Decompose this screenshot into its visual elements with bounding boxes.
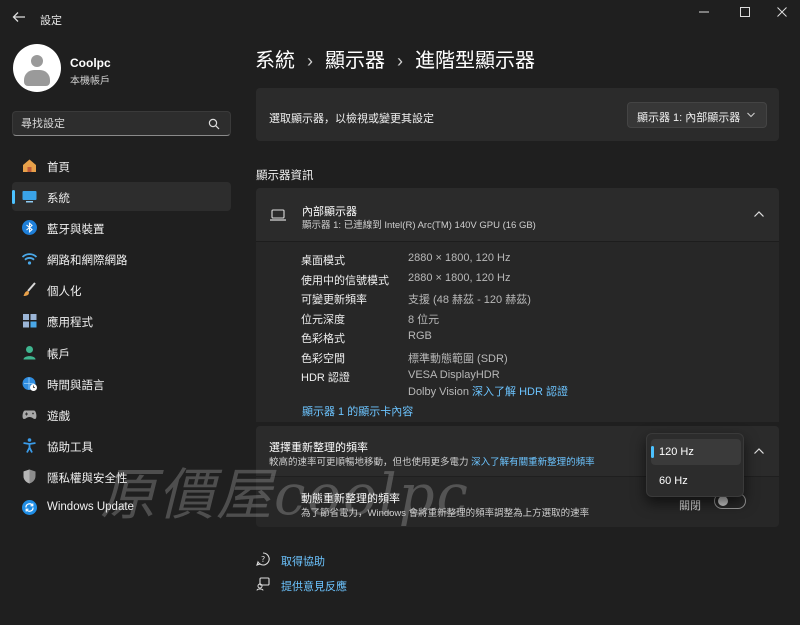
home-icon: [23, 159, 36, 172]
breadcrumb-chevron-icon: ›: [307, 51, 313, 71]
breadcrumb-chevron-icon: ›: [397, 51, 403, 71]
display-connection: 顯示器 1: 已連線到 Intel(R) Arc(TM) 140V GPU (1…: [302, 220, 536, 231]
sidebar-item-label: 網路和網際網路: [47, 255, 128, 268]
window-title: 設定: [40, 15, 62, 27]
laptop-icon: [270, 209, 286, 221]
sidebar-item-label: 應用程式: [47, 317, 93, 330]
sidebar-item-bluetooth[interactable]: 藍牙與裝置: [12, 213, 231, 242]
person-icon: [23, 345, 36, 360]
sidebar-item-time-language[interactable]: 時間與語言: [12, 369, 231, 398]
refresh-option-60[interactable]: 60 Hz: [651, 468, 741, 494]
toggle-state-label: 關閉: [679, 500, 701, 512]
sidebar-item-network[interactable]: 網路和網際網路: [12, 244, 231, 273]
search-input[interactable]: [21, 116, 201, 132]
adapter-properties-link[interactable]: 顯示器 1 的顯示卡內容: [302, 403, 413, 419]
sidebar-item-home[interactable]: 首頁: [12, 151, 231, 180]
svg-text:?: ?: [261, 555, 265, 564]
refresh-rate-dropdown-menu: 120 Hz 60 Hz: [646, 433, 744, 497]
display-info-header[interactable]: 內部顯示器 顯示器 1: 已連線到 Intel(R) Arc(TM) 140V …: [256, 188, 779, 241]
sidebar-item-gaming[interactable]: 遊戲: [12, 400, 231, 429]
refresh-rate-description: 較高的速率可更順暢地移動，但也使用更多電力 深入了解有關重新整理的頻率: [269, 457, 595, 468]
page-title: 進階型顯示器: [415, 50, 535, 72]
breadcrumb: 系統 › 顯示器 › 進階型顯示器: [255, 44, 535, 73]
globe-clock-icon: [22, 376, 37, 391]
sidebar-item-label: 個人化: [47, 286, 82, 299]
avatar[interactable]: [13, 44, 61, 92]
sidebar-item-label: 帳戶: [47, 348, 70, 361]
dolby-vision-text: Dolby Vision: [408, 386, 469, 398]
sidebar-item-accessibility[interactable]: 協助工具: [12, 431, 231, 460]
feedback-icon: [256, 577, 270, 591]
profile-account-type: 本機帳戶: [70, 76, 110, 87]
sidebar-item-system[interactable]: 系統: [12, 182, 231, 212]
sidebar-nav: 首頁 系統 藍牙與裝置 網路和網際網路 個人化 應用程式 帳戶 時間與語言 遊戲…: [12, 151, 231, 524]
search-icon[interactable]: [208, 118, 220, 130]
section-title: 顯示器資訊: [256, 170, 314, 182]
windows-update-icon: [22, 500, 37, 516]
hdr-learn-more-link[interactable]: 深入了解 HDR 認證: [472, 386, 568, 398]
sidebar-item-label: 遊戲: [47, 410, 70, 423]
display-info-details: 桌面模式 2880 × 1800, 120 Hz 使用中的信號模式 2880 × 1…: [256, 241, 779, 422]
wifi-icon: [21, 253, 38, 265]
apps-icon: [23, 314, 37, 328]
breadcrumb-display[interactable]: 顯示器: [325, 50, 385, 72]
search-box[interactable]: [12, 111, 231, 136]
breadcrumb-system[interactable]: 系統: [255, 50, 295, 72]
accessibility-icon: [23, 438, 36, 453]
sidebar-item-windows-update[interactable]: Windows Update: [12, 493, 231, 522]
display-selector-label: 選取顯示器，以檢視或變更其設定: [269, 113, 434, 125]
sidebar-item-label: 時間與語言: [47, 379, 105, 392]
gamepad-icon: [22, 410, 37, 419]
maximize-icon[interactable]: [731, 6, 759, 22]
dynamic-refresh-description: 為了節省電力，Windows 會將重新整理的頻率調整為上方選取的速率: [301, 508, 590, 519]
sidebar-item-label: 藍牙與裝置: [47, 224, 105, 237]
chevron-up-icon[interactable]: [753, 447, 765, 455]
dynamic-refresh-title: 動態重新整理的頻率: [301, 493, 400, 505]
back-arrow-icon[interactable]: [12, 10, 28, 26]
sidebar-item-label: 系統: [47, 193, 70, 206]
sidebar-item-personalization[interactable]: 個人化: [12, 275, 231, 304]
sidebar-item-label: Windows Update: [47, 501, 134, 514]
chevron-up-icon[interactable]: [753, 210, 765, 218]
sidebar-item-label: 首頁: [47, 162, 70, 174]
close-icon[interactable]: [768, 6, 796, 22]
display-dropdown-value: 顯示器 1: 內部顯示器: [637, 112, 741, 124]
sidebar-item-label: 協助工具: [47, 441, 93, 454]
minimize-icon[interactable]: [690, 6, 718, 22]
help-icon: ?: [256, 552, 270, 566]
brush-icon: [23, 282, 36, 297]
sidebar-item-accounts[interactable]: 帳戶: [12, 338, 231, 367]
refresh-learn-more-link[interactable]: 深入了解有關重新整理的頻率: [471, 457, 595, 468]
shield-icon: [23, 469, 36, 484]
bluetooth-icon: [22, 220, 37, 236]
display-selector-card: 選取顯示器，以檢視或變更其設定 顯示器 1: 內部顯示器: [256, 88, 779, 141]
sidebar-item-label: 隱私權與安全性: [47, 472, 128, 485]
profile-name: Coolpc: [70, 56, 111, 70]
title-bar: 設定: [0, 0, 800, 36]
chevron-down-icon: [747, 112, 755, 118]
sidebar-item-privacy[interactable]: 隱私權與安全性: [12, 462, 231, 491]
refresh-rate-title: 選擇重新整理的頻率: [269, 442, 368, 454]
sidebar-item-apps[interactable]: 應用程式: [12, 306, 231, 335]
refresh-option-120[interactable]: 120 Hz: [651, 439, 741, 465]
display-dropdown[interactable]: 顯示器 1: 內部顯示器: [627, 102, 767, 128]
monitor-icon: [22, 191, 37, 203]
